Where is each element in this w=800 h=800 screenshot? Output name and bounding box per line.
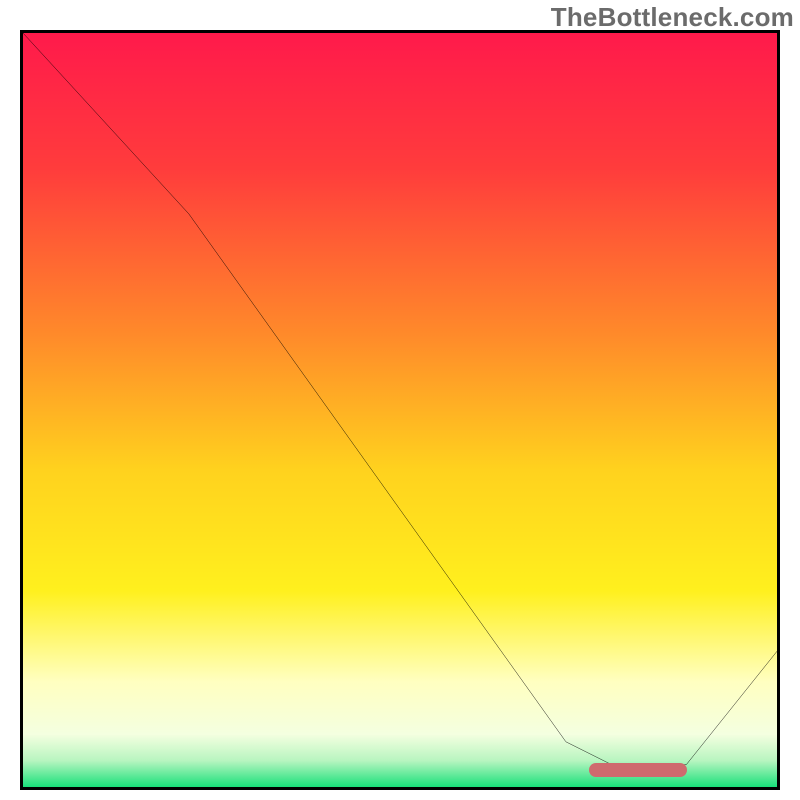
- plot-area: [20, 30, 780, 790]
- optimal-range-marker: [589, 763, 687, 777]
- bottleneck-curve-line: [23, 33, 777, 772]
- curve-layer: [23, 33, 777, 787]
- watermark-text: TheBottleneck.com: [551, 2, 794, 33]
- bottleneck-chart: TheBottleneck.com: [0, 0, 800, 800]
